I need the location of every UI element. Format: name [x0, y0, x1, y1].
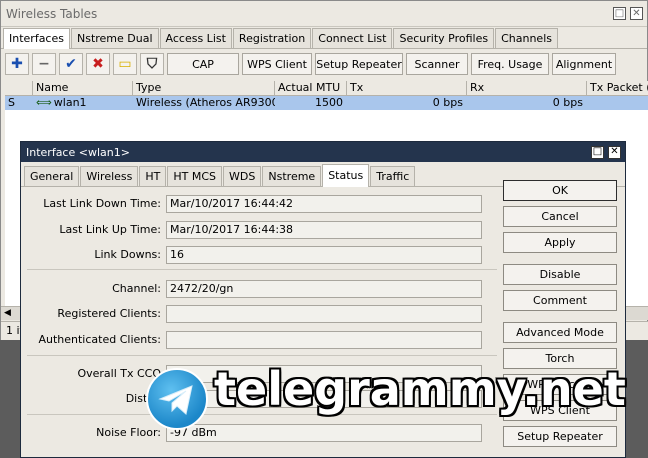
column-flags[interactable] — [5, 81, 33, 95]
noise-floor-label: Noise Floor: — [96, 426, 161, 439]
distance-label: Distan — [125, 392, 161, 405]
scroll-left-icon[interactable]: ◀ — [4, 308, 11, 318]
link-downs-label: Link Downs: — [94, 248, 161, 261]
registered-clients-label: Registered Clients: — [57, 307, 161, 320]
dialog-title: Interface <wlan1> — [26, 145, 130, 159]
close-icon[interactable]: ✕ — [608, 145, 621, 159]
noise-floor-row: Noise Floor: -97 dBm — [24, 423, 498, 442]
row-mtu: 1500 — [315, 96, 343, 109]
tab-registration[interactable]: Registration — [232, 28, 312, 48]
column-rx[interactable]: Rx — [467, 81, 587, 95]
tab-channels[interactable]: Channels — [495, 28, 558, 48]
tab-nstreme-dual[interactable]: Nstreme Dual — [70, 28, 159, 48]
last-link-up-row: Last Link Up Time: Mar/10/2017 16:44:38 — [24, 220, 498, 239]
column-name[interactable]: Name — [33, 81, 133, 95]
last-link-down-label: Last Link Down Time: — [43, 197, 161, 210]
comment-button[interactable]: Comment — [503, 290, 617, 311]
column-type[interactable]: Type — [133, 81, 275, 95]
tab-access-list[interactable]: Access List — [159, 28, 232, 48]
wireless-interface-icon: ⟺ — [36, 96, 52, 109]
tab-wds[interactable]: WDS — [223, 166, 262, 186]
cancel-button[interactable]: Cancel — [503, 206, 617, 227]
tab-ht-mcs[interactable]: HT MCS — [167, 166, 223, 186]
advanced-mode-button[interactable]: Advanced Mode — [503, 322, 617, 343]
section-divider — [27, 269, 497, 270]
row-flag: S — [8, 96, 15, 109]
last-link-up-label: Last Link Up Time: — [59, 223, 161, 236]
table-row[interactable]: S ⟺ wlan1 Wireless (Atheros AR9300) 1500… — [5, 96, 648, 110]
authenticated-clients-row: Authenticated Clients: — [24, 330, 498, 349]
close-icon[interactable]: ✕ — [630, 7, 643, 20]
authenticated-clients-label: Authenticated Clients: — [38, 333, 161, 346]
channel-field[interactable]: 2472/20/gn — [166, 279, 482, 298]
apply-button[interactable]: Apply — [503, 232, 617, 253]
maximize-icon[interactable]: □ — [591, 145, 604, 159]
interface-dialog-titlebar: Interface <wlan1> □ ✕ — [21, 142, 625, 162]
disable-cross-icon[interactable]: ✖ — [86, 53, 110, 75]
row-type: Wireless (Atheros AR9300) — [136, 96, 275, 109]
paper-plane-icon — [158, 385, 193, 415]
wps-client-button[interactable]: WPS Client — [242, 53, 312, 75]
column-tx[interactable]: Tx — [347, 81, 467, 95]
wireless-tables-titlebar: Wireless Tables □ ✕ — [1, 1, 647, 27]
tab-security-profiles[interactable]: Security Profiles — [393, 28, 495, 48]
overall-tx-ccq-label: Overall Tx CCQ — [77, 367, 161, 380]
wireless-tabs: Interfaces Nstreme Dual Access List Regi… — [1, 27, 647, 49]
last-link-down-field[interactable]: Mar/10/2017 16:44:42 — [166, 194, 482, 213]
tab-connect-list[interactable]: Connect List — [312, 28, 393, 48]
enable-check-icon[interactable]: ✔ — [59, 53, 83, 75]
telegram-logo-icon — [146, 368, 208, 430]
freq-usage-button[interactable]: Freq. Usage — [471, 53, 549, 75]
section-divider — [27, 355, 497, 356]
tab-interfaces[interactable]: Interfaces — [3, 28, 70, 49]
window-title: Wireless Tables — [6, 6, 98, 21]
column-actual-mtu[interactable]: Actual MTU — [275, 81, 347, 95]
setup-repeater-button[interactable]: Setup Repeater — [503, 426, 617, 447]
filter-icon[interactable]: ⛉ — [140, 53, 164, 75]
tab-nstreme[interactable]: Nstreme — [262, 166, 322, 186]
setup-repeater-button[interactable]: Setup Repeater — [315, 53, 403, 75]
link-downs-field[interactable]: 16 — [166, 245, 482, 264]
channel-row: Channel: 2472/20/gn — [24, 279, 498, 298]
maximize-icon[interactable]: □ — [613, 7, 626, 20]
last-link-down-row: Last Link Down Time: Mar/10/2017 16:44:4… — [24, 194, 498, 213]
scanner-button[interactable]: Scanner — [406, 53, 468, 75]
last-link-up-field[interactable]: Mar/10/2017 16:44:38 — [166, 220, 482, 239]
table-header: Name Type Actual MTU Tx Rx Tx Packet ( — [5, 81, 648, 96]
registered-clients-field[interactable] — [166, 304, 482, 323]
column-tx-packet[interactable]: Tx Packet ( — [587, 81, 648, 95]
tab-general[interactable]: General — [24, 166, 80, 186]
registered-clients-row: Registered Clients: — [24, 304, 498, 323]
add-icon[interactable]: ✚ — [5, 53, 29, 75]
toolbar: ✚ − ✔ ✖ ▭ ⛉ CAP WPS Client Setup Repeate… — [1, 49, 647, 79]
tab-traffic[interactable]: Traffic — [370, 166, 416, 186]
watermark-text: telegrammy.net — [214, 362, 626, 416]
authenticated-clients-field[interactable] — [166, 330, 482, 349]
tab-wireless[interactable]: Wireless — [80, 166, 139, 186]
channel-label: Channel: — [112, 282, 161, 295]
link-downs-row: Link Downs: 16 — [24, 245, 498, 264]
row-name-cell: ⟺ wlan1 — [33, 96, 133, 110]
alignment-button[interactable]: Alignment — [552, 53, 616, 75]
row-rx: 0 bps — [552, 96, 583, 109]
remove-icon[interactable]: − — [32, 53, 56, 75]
row-name: wlan1 — [53, 96, 87, 109]
noise-floor-field[interactable]: -97 dBm — [166, 423, 482, 442]
cap-button[interactable]: CAP — [167, 53, 239, 75]
comment-icon[interactable]: ▭ — [113, 53, 137, 75]
row-tx: 0 bps — [432, 96, 463, 109]
tab-ht[interactable]: HT — [139, 166, 167, 186]
ok-button[interactable]: OK — [503, 180, 617, 201]
tab-status[interactable]: Status — [322, 164, 370, 187]
disable-button[interactable]: Disable — [503, 264, 617, 285]
